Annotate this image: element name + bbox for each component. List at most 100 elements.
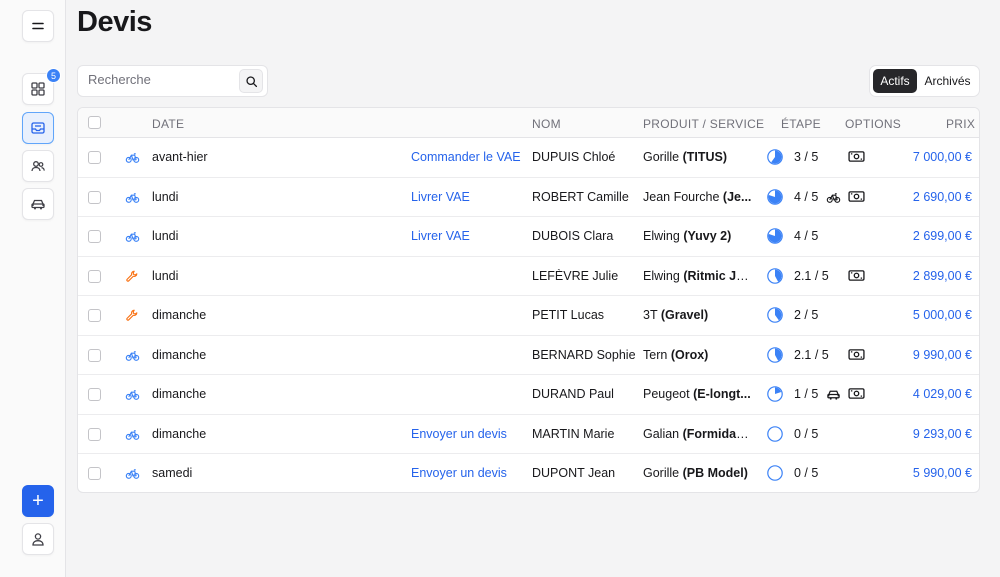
bicycle-icon [125, 150, 141, 166]
row-etape: 0 / 5 [794, 426, 819, 441]
select-all-checkbox[interactable] [88, 116, 101, 129]
menu-button[interactable] [22, 10, 54, 42]
produit-brand: Peugeot [643, 387, 690, 401]
row-prix: 2 899,00 € [912, 268, 972, 283]
produit-model: (Yuvy 2) [683, 229, 732, 243]
row-etape: 0 / 5 [794, 466, 819, 480]
header-date[interactable]: DATE [152, 117, 184, 131]
progress-pie-icon [767, 346, 783, 363]
table-row[interactable]: samedi Envoyer un devis DUPONT Jean Gori… [78, 454, 979, 492]
row-etape: 2 / 5 [794, 308, 819, 322]
produit-model: (E-longt... [693, 387, 751, 401]
filter-active-tab[interactable]: Actifs [873, 69, 917, 93]
search-button[interactable] [239, 69, 263, 93]
profile-button[interactable] [22, 523, 54, 555]
quotes-table: DATE NOM PRODUIT / SERVICE ÉTAPE OPTIONS… [77, 107, 980, 493]
row-produit: Tern (Orox) [643, 348, 753, 362]
bicycle-icon [125, 427, 141, 443]
row-prix: 9 293,00 € [912, 426, 972, 441]
row-action-link[interactable]: Envoyer un devis [411, 466, 526, 480]
row-action-link[interactable]: Livrer VAE [411, 190, 526, 204]
option-car-icon [826, 387, 842, 403]
header-prix[interactable]: PRIX [946, 117, 975, 131]
row-nom: ROBERT Camille [532, 189, 629, 204]
produit-model: (Ritmic Ju... [683, 268, 753, 283]
header-nom[interactable]: NOM [532, 117, 561, 131]
row-checkbox[interactable] [88, 190, 101, 204]
produit-brand: Galian [643, 426, 680, 441]
table-row[interactable]: dimanche DURAND Paul Peugeot (E-longt...… [78, 375, 979, 415]
option-cash-icon [848, 387, 865, 403]
row-nom: BERNARD Sophie [532, 347, 636, 362]
row-date: lundi [152, 268, 179, 283]
table-row[interactable]: dimanche Envoyer un devis MARTIN Marie G… [78, 415, 979, 454]
search-icon [245, 75, 257, 87]
header-etape[interactable]: ÉTAPE [781, 117, 821, 131]
table-row[interactable]: lundi Livrer VAE DUBOIS Clara Elwing (Yu… [78, 217, 979, 257]
row-action-link[interactable]: Envoyer un devis [411, 427, 526, 441]
sidebar-item-dashboard[interactable]: 5 [22, 68, 61, 105]
sidebar-item-devis[interactable] [22, 112, 54, 144]
sidebar-item-vehicles[interactable] [22, 188, 54, 220]
bicycle-icon [125, 229, 141, 245]
row-date: avant-hier [152, 150, 208, 164]
row-produit: Gorille (PB Model) [643, 466, 753, 480]
search-input[interactable] [88, 72, 238, 87]
row-checkbox[interactable] [88, 427, 101, 441]
progress-pie-icon [767, 188, 783, 205]
produit-model: (Gravel) [660, 308, 709, 322]
row-nom: DUPUIS Chloé [532, 150, 616, 164]
plus-icon: + [32, 489, 44, 512]
produit-model: (TITUS) [682, 150, 728, 164]
bicycle-icon [125, 387, 141, 403]
produit-brand: Elwing [643, 268, 680, 283]
header-produit[interactable]: PRODUIT / SERVICE [643, 117, 764, 131]
hamburger-icon [32, 22, 44, 30]
table-row[interactable]: lundi Livrer VAE ROBERT Camille Jean Fou… [78, 178, 979, 217]
row-checkbox[interactable] [88, 151, 101, 164]
row-checkbox[interactable] [88, 269, 101, 283]
row-checkbox[interactable] [88, 309, 101, 322]
row-action-link[interactable]: Livrer VAE [411, 229, 526, 243]
row-etape: 2.1 / 5 [794, 347, 829, 362]
bicycle-icon [125, 466, 141, 482]
option-bicycle-icon [826, 190, 842, 206]
row-prix: 4 029,00 € [912, 387, 972, 401]
produit-brand: Tern [643, 347, 668, 362]
table-row[interactable]: dimanche BERNARD Sophie Tern (Orox) 2.1 … [78, 336, 979, 375]
sidebar-item-clients[interactable] [22, 150, 54, 182]
produit-model: (Orox) [670, 347, 709, 362]
row-prix: 5 990,00 € [912, 466, 972, 480]
add-button[interactable]: + [22, 485, 54, 517]
row-etape: 3 / 5 [794, 150, 819, 164]
row-checkbox[interactable] [88, 388, 101, 401]
search-box [77, 65, 268, 97]
row-nom: PETIT Lucas [532, 308, 605, 322]
produit-model: (Formidable) [682, 426, 753, 441]
row-etape: 2.1 / 5 [794, 268, 829, 283]
option-cash-icon [848, 269, 865, 285]
option-cash-icon [848, 190, 865, 206]
row-date: dimanche [152, 426, 207, 441]
row-checkbox[interactable] [88, 230, 101, 243]
row-action-link[interactable]: Commander le VAE [411, 150, 526, 164]
grid-icon [31, 82, 45, 96]
row-nom: MARTIN Marie [532, 426, 615, 441]
filter-archived-tab[interactable]: Archivés [920, 69, 975, 93]
table-row[interactable]: dimanche PETIT Lucas 3T (Gravel) 2 / 5 5… [78, 296, 979, 336]
header-options: OPTIONS [845, 117, 902, 131]
row-produit: Elwing (Ritmic Ju... [643, 269, 753, 283]
table-row[interactable]: avant-hier Commander le VAE DUPUIS Chloé… [78, 138, 979, 178]
row-prix: 2 699,00 € [912, 229, 972, 243]
bicycle-icon [125, 348, 141, 364]
produit-brand: Gorille [643, 466, 680, 480]
option-cash-icon [848, 348, 865, 364]
produit-model: (PB Model) [682, 466, 748, 480]
row-nom: DUBOIS Clara [532, 229, 614, 243]
produit-brand: Gorille [643, 150, 680, 164]
row-nom: LEFÈVRE Julie [532, 268, 619, 283]
row-checkbox[interactable] [88, 348, 101, 362]
table-row[interactable]: lundi LEFÈVRE Julie Elwing (Ritmic Ju...… [78, 257, 979, 296]
produit-brand: Jean Fourche [643, 189, 720, 204]
row-checkbox[interactable] [88, 467, 101, 480]
